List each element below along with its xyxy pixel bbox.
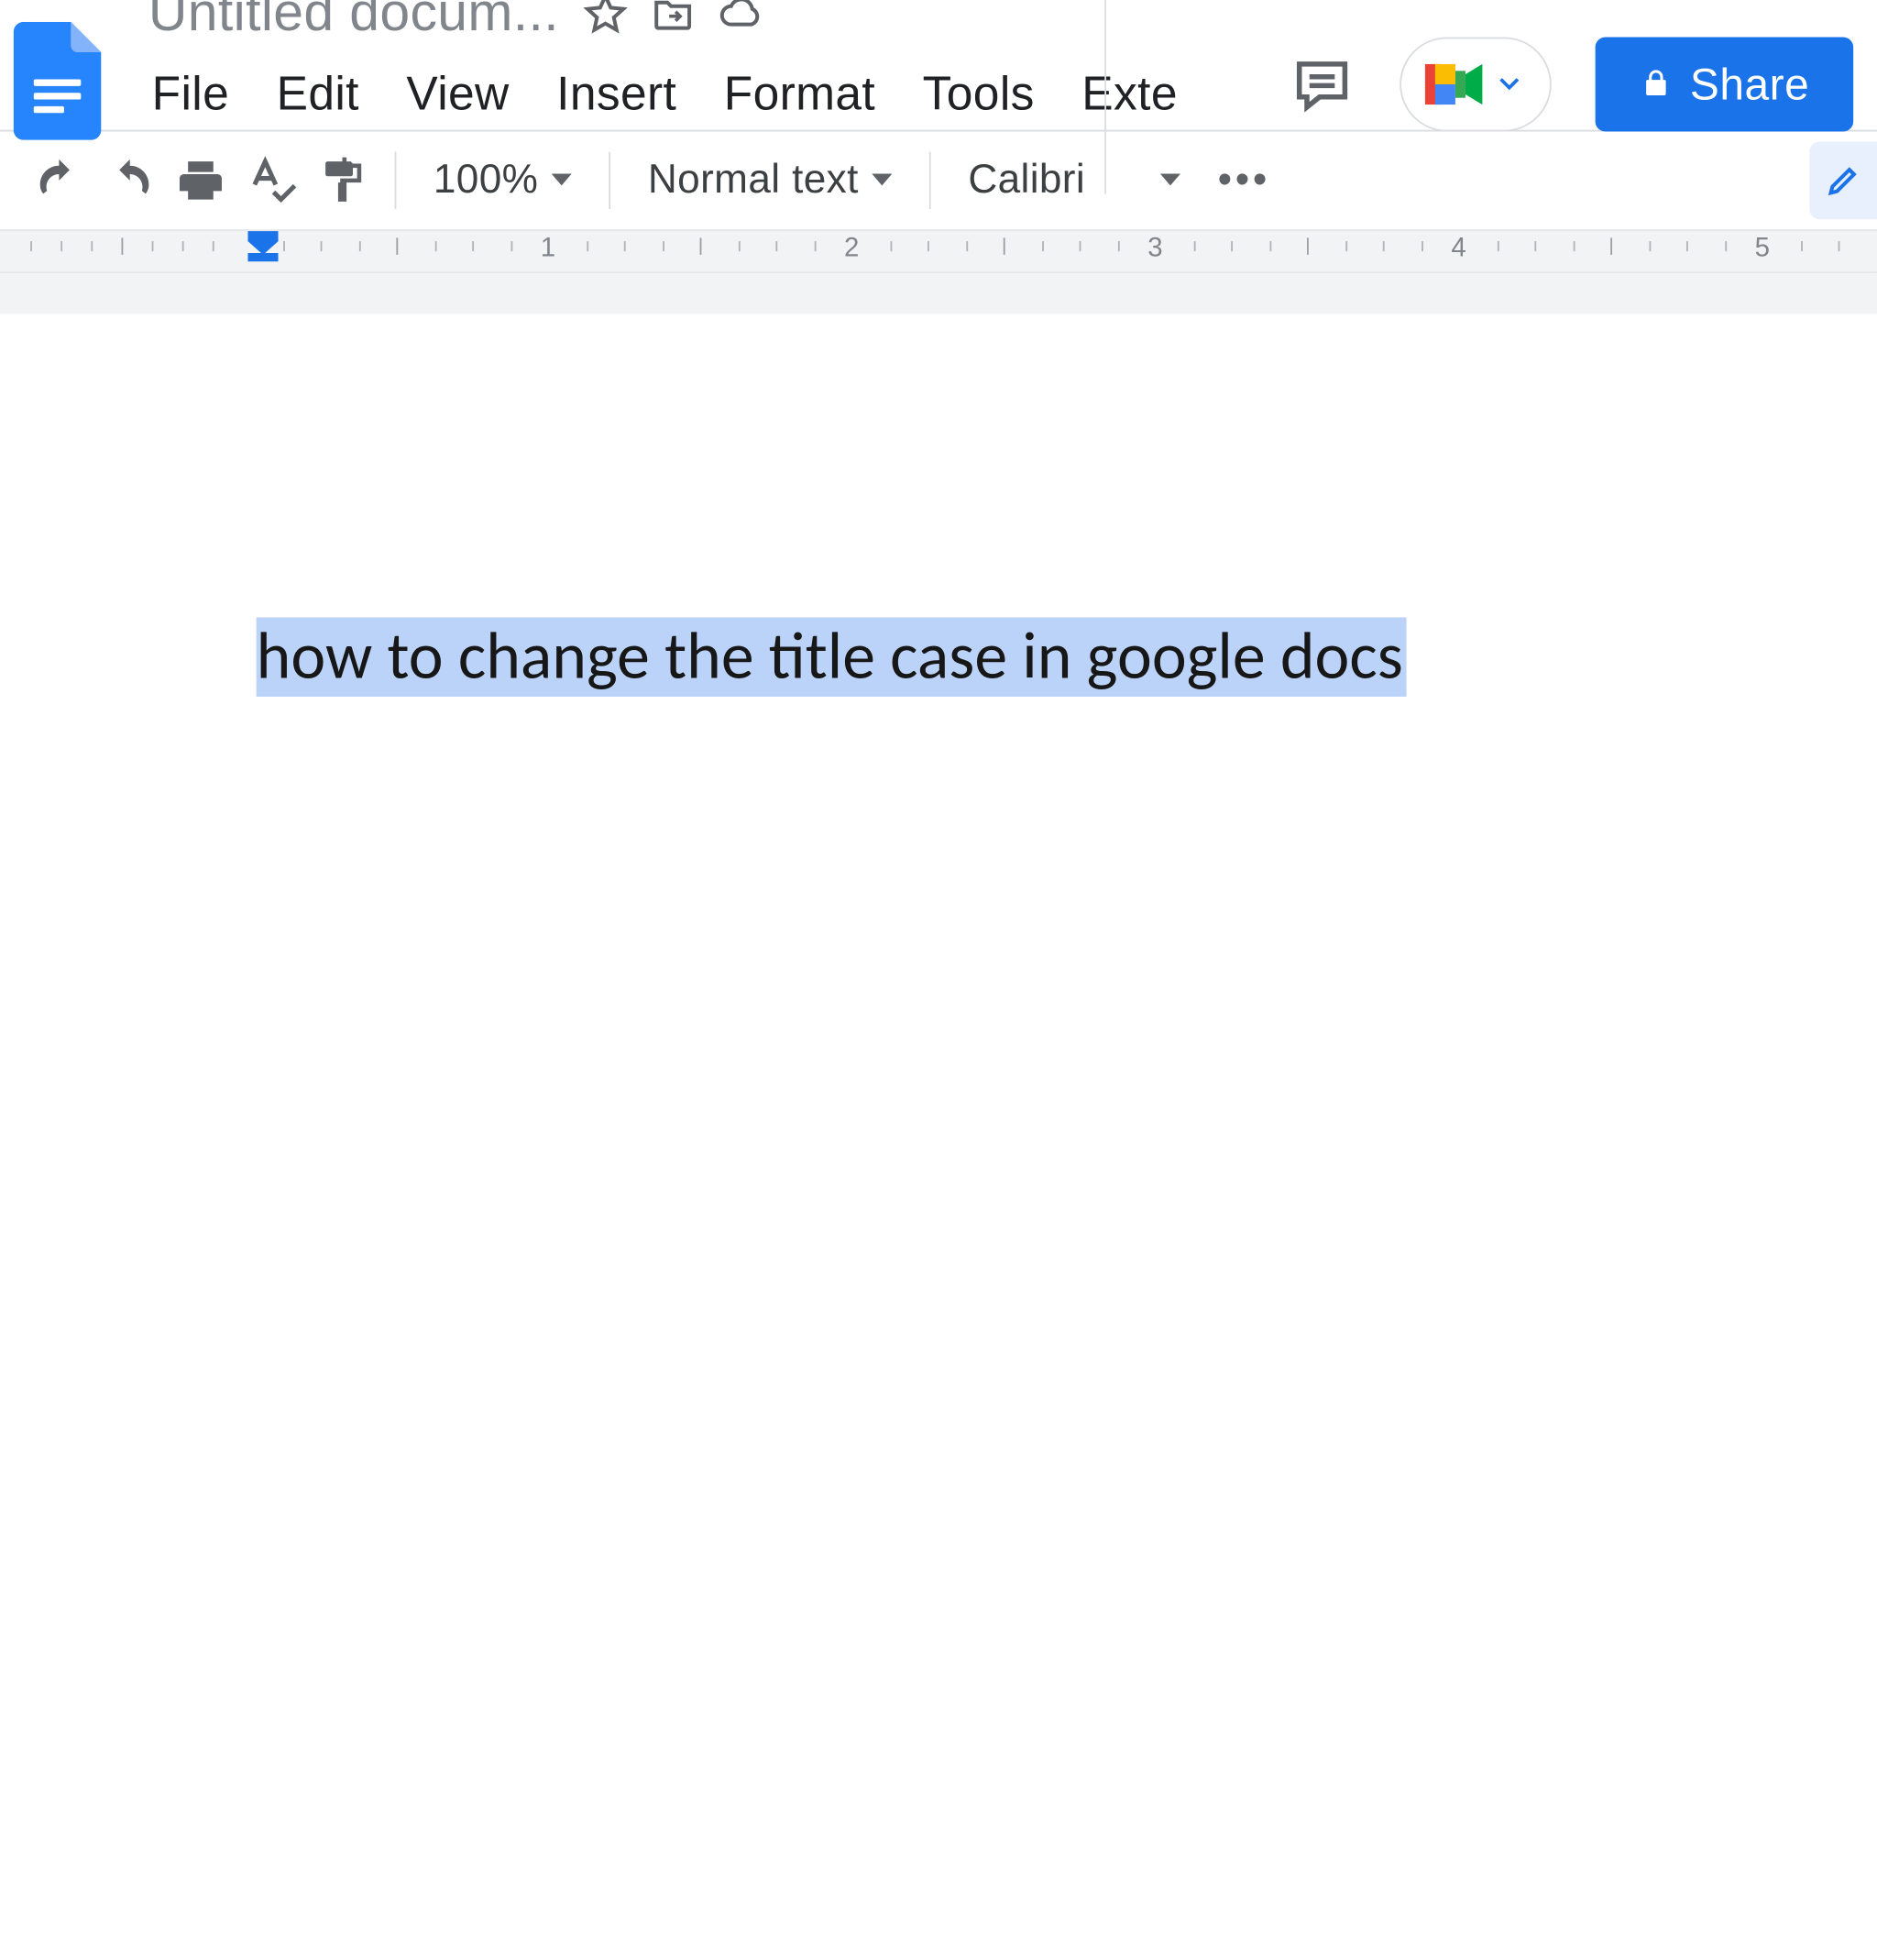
menu-format[interactable]: Format xyxy=(700,60,899,127)
lock-icon xyxy=(1640,58,1674,110)
share-button-label: Share xyxy=(1690,58,1809,110)
spellcheck-button[interactable] xyxy=(236,147,307,215)
cloud-status-icon[interactable] xyxy=(718,0,762,35)
editor-canvas: how to change the title case in google d… xyxy=(0,273,1877,1960)
menu-edit[interactable]: Edit xyxy=(253,60,383,127)
paragraph-style-value: Normal text xyxy=(648,157,859,204)
star-icon[interactable] xyxy=(583,0,627,35)
document-page[interactable]: how to change the title case in google d… xyxy=(0,314,1877,1960)
selected-text[interactable]: how to change the title case in google d… xyxy=(257,617,1407,696)
horizontal-ruler[interactable]: 1 2 3 4 5 xyxy=(0,229,1877,273)
menu-insert[interactable]: Insert xyxy=(532,60,700,127)
document-title[interactable]: Untitled docum... xyxy=(148,0,559,44)
comments-icon[interactable] xyxy=(1289,50,1356,118)
paragraph-style-select[interactable]: Normal text xyxy=(628,157,913,204)
font-value: Calibri xyxy=(968,157,1085,204)
ruler-tick-label: 4 xyxy=(1451,235,1465,265)
print-button[interactable] xyxy=(165,147,236,215)
chevron-down-icon xyxy=(1499,69,1520,99)
ruler-tick-label: 5 xyxy=(1755,235,1770,265)
menu-extensions[interactable]: Exte xyxy=(1059,60,1202,127)
meet-button[interactable] xyxy=(1400,37,1552,131)
toolbar-separator xyxy=(395,152,397,210)
ruler-tick-label: 1 xyxy=(541,235,555,265)
chevron-down-icon xyxy=(552,174,572,188)
ruler-tick-label: 2 xyxy=(844,235,859,265)
zoom-value: 100% xyxy=(434,157,538,204)
toolbar-separator xyxy=(609,152,611,210)
menu-file[interactable]: File xyxy=(148,60,253,127)
redo-button[interactable] xyxy=(94,147,165,215)
chevron-down-icon xyxy=(872,174,892,188)
move-to-folder-icon[interactable] xyxy=(650,0,694,35)
paint-format-button[interactable] xyxy=(307,147,378,215)
zoom-select[interactable]: 100% xyxy=(413,157,592,204)
undo-button[interactable] xyxy=(24,147,94,215)
toolbar-separator xyxy=(929,152,931,210)
menu-tools[interactable]: Tools xyxy=(899,60,1059,127)
toolbar: 100% Normal text Calibri ••• xyxy=(0,132,1877,230)
toolbar-overflow-button[interactable]: ••• xyxy=(1201,157,1287,204)
docs-app-icon[interactable] xyxy=(14,21,102,139)
font-select[interactable]: Calibri xyxy=(948,157,1201,204)
ruler-tick-label: 3 xyxy=(1147,235,1162,265)
share-button[interactable]: Share xyxy=(1596,37,1853,131)
title-bar: Untitled docum... xyxy=(0,0,1877,110)
editing-mode-button[interactable] xyxy=(1809,142,1877,220)
menu-view[interactable]: View xyxy=(383,60,533,127)
meet-icon xyxy=(1425,61,1486,108)
chevron-down-icon xyxy=(1160,174,1180,188)
menu-bar: File Edit View Insert Format Tools Exte xyxy=(148,60,1202,127)
indent-marker[interactable] xyxy=(247,229,278,273)
